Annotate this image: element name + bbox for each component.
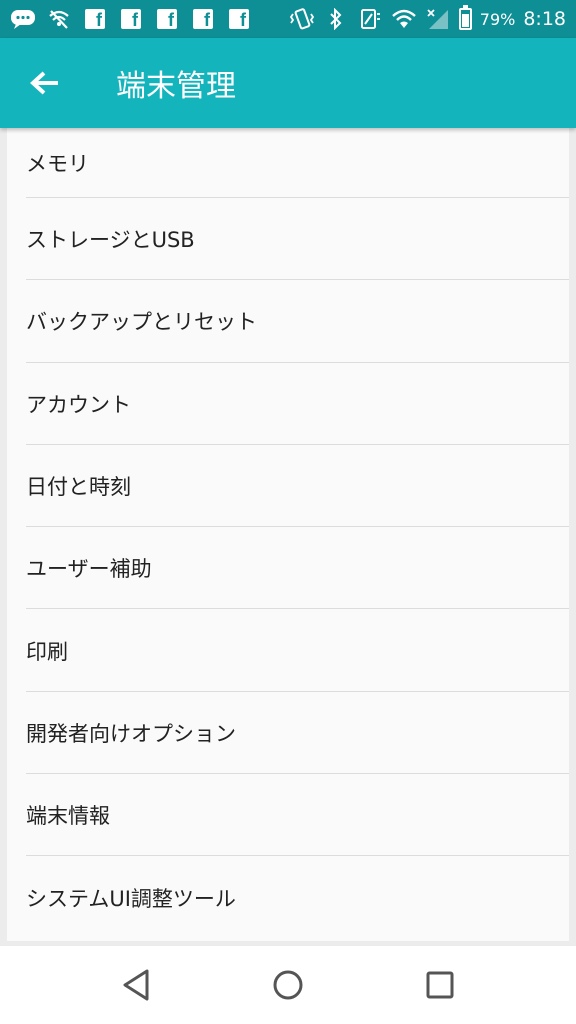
navigation-bar xyxy=(0,946,576,1024)
list-item-label: 印刷 xyxy=(26,639,68,664)
battery-level xyxy=(461,14,469,27)
battery-icon xyxy=(458,5,472,30)
list-item-accessibility[interactable]: ユーザー補助 xyxy=(7,527,569,610)
triangle-back-icon xyxy=(123,969,149,1001)
page-title: 端末管理 xyxy=(116,69,236,104)
list-item-backup-reset[interactable]: バックアップとリセット xyxy=(7,280,569,363)
list-item-developer-options[interactable]: 開発者向けオプション xyxy=(7,692,569,775)
app-bar: 端末管理 xyxy=(0,38,576,128)
facebook-icon xyxy=(154,7,180,31)
status-bar: 79% 8:18 xyxy=(0,0,576,38)
message-icon xyxy=(10,7,36,31)
notification-icons xyxy=(10,7,252,31)
list-item-label: バックアップとリセット xyxy=(26,310,257,335)
battery-percent: 79% xyxy=(479,9,516,29)
signal-no-sim-icon xyxy=(425,7,451,31)
wifi-off-icon xyxy=(46,7,72,31)
facebook-icon xyxy=(226,7,252,31)
list-item-label: ユーザー補助 xyxy=(26,557,152,582)
facebook-icon xyxy=(190,7,216,31)
bluetooth-icon xyxy=(323,7,349,31)
facebook-icon xyxy=(118,7,144,31)
list-item-label: 端末情報 xyxy=(26,804,110,829)
list-item-system-ui-tuner[interactable]: システムUI調整ツール xyxy=(7,856,569,938)
system-icons: 79% 8:18 xyxy=(289,5,566,31)
recents-nav-button[interactable] xyxy=(410,955,470,1015)
list-item-label: アカウント xyxy=(26,392,131,417)
clock: 8:18 xyxy=(523,8,566,30)
list-item-memory[interactable]: メモリ xyxy=(7,128,569,198)
back-nav-button[interactable] xyxy=(106,955,166,1015)
list-item-about-device[interactable]: 端末情報 xyxy=(7,774,569,857)
back-button[interactable] xyxy=(0,38,90,128)
wifi-icon xyxy=(391,7,417,31)
list-item-printing[interactable]: 印刷 xyxy=(7,609,569,693)
list-item-date-time[interactable]: 日付と時刻 xyxy=(7,445,569,528)
list-item-label: システムUI調整ツール xyxy=(26,886,236,911)
vibrate-icon xyxy=(289,7,315,31)
facebook-icon xyxy=(82,7,108,31)
list-item-label: 開発者向けオプション xyxy=(26,721,236,746)
square-recents-icon xyxy=(426,971,454,999)
list-item-label: 日付と時刻 xyxy=(26,475,131,500)
list-item-storage-usb[interactable]: ストレージとUSB xyxy=(7,198,569,281)
arrow-left-icon xyxy=(30,71,58,95)
home-nav-button[interactable] xyxy=(258,955,318,1015)
list-item-accounts[interactable]: アカウント xyxy=(7,363,569,446)
settings-list: メモリ ストレージとUSB バックアップとリセット アカウント 日付と時刻 ユー… xyxy=(7,128,569,941)
nfc-icon xyxy=(357,7,383,31)
list-item-label: ストレージとUSB xyxy=(26,228,195,253)
list-item-label: メモリ xyxy=(26,152,89,176)
circle-home-icon xyxy=(273,970,303,1000)
